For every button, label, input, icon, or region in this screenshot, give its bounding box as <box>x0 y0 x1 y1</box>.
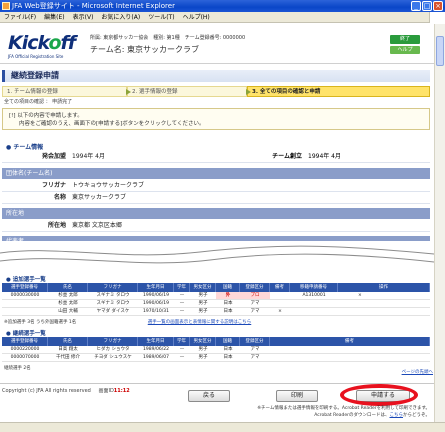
founded-label: 発会加盟 <box>41 153 66 160</box>
kana-label: フリガナ <box>41 182 66 189</box>
step-indicator: 1. チーム情報の登録 2. 選手情報の登録 3. 全ての項目の確認と申請 <box>2 86 430 97</box>
address-label: 所在地 <box>47 222 66 229</box>
ie-icon <box>2 2 10 10</box>
site-header: Kickoff JFA Official Registration Site 所… <box>0 24 434 64</box>
added-players-table-header: 選手登録番号 氏名 フリガナ 生年月日 学年 男女区分 国籍 登録区分 備考 移… <box>2 283 430 292</box>
step-note: 全ての項目の確認 ： 申請完了 <box>4 99 73 105</box>
menu-favorites[interactable]: お気に入り(A) <box>97 12 144 22</box>
address-value: 東京都 文京区本郷 <box>72 222 122 229</box>
menu-file[interactable]: ファイル(F) <box>0 12 40 22</box>
added-players-heading: ● 追加選手一覧 <box>6 277 46 283</box>
explanation-link[interactable]: 選手一覧の画面表示と表情報に関する説明はこちら <box>148 320 252 325</box>
page-content: Kickoff JFA Official Registration Site 所… <box>0 24 434 422</box>
vertical-scrollbar[interactable] <box>434 24 445 422</box>
establish-value: 1994年 4月 <box>308 153 341 160</box>
acrobat-download-link[interactable]: こちら <box>390 413 404 418</box>
menu-tools[interactable]: ツール(T) <box>144 12 178 22</box>
close-icon[interactable]: × <box>433 1 443 11</box>
name-label: 名称 <box>53 194 66 201</box>
step-1: 1. チーム情報の登録 <box>2 86 131 97</box>
back-button[interactable]: 戻る <box>188 390 230 402</box>
name-value: 東京サッカークラブ <box>72 194 127 201</box>
kana-row: フリガナ トウキョウサッカークラブ <box>2 180 430 192</box>
step-arrow-icon <box>126 89 131 95</box>
scrollbar-thumb[interactable] <box>436 36 444 66</box>
menu-help[interactable]: ヘルプ(H) <box>179 12 214 22</box>
table-row: 杉並 太郎 スギナミ タロウ 1990/06/19 — 男子 日本 アマ <box>2 300 430 308</box>
logo-subtitle: JFA Official Registration Site <box>8 54 64 59</box>
page-title: 継続登録申請 <box>2 70 430 82</box>
print-button[interactable]: 印刷 <box>276 390 318 402</box>
table-row: 0000070000 千代田 修介 チヨダ シュウスケ 1989/06/07 —… <box>2 354 430 362</box>
logout-button[interactable]: 終了 <box>390 35 420 44</box>
delete-icon[interactable]: × <box>338 292 430 299</box>
kana-value: トウキョウサッカークラブ <box>72 182 145 189</box>
screen-id-value: 11:12 <box>113 388 130 394</box>
print-note-2: Acrobat Readerのダウンロードは、こちらからどうぞ。 <box>314 413 430 418</box>
name-row: 名称 東京サッカークラブ <box>2 192 430 204</box>
team-info-heading: ● チーム情報 <box>6 144 44 151</box>
windows-flag-icon <box>429 12 445 23</box>
browser-window: JFA Web登録サイト - Microsoft Internet Explor… <box>0 0 445 432</box>
menu-edit[interactable]: 編集(E) <box>40 12 68 22</box>
kickoff-logo: Kickoff <box>8 32 76 54</box>
print-note-1: ※チーム情報または選手情報を印刷する。Acrobat Readerを利用して印刷… <box>257 406 430 411</box>
instruction-line-2: 内容をご確認のうえ、画面下の[申請する]ボタンをクリックしてください。 <box>19 121 205 127</box>
window-title: JFA Web登録サイト - Microsoft Internet Explor… <box>12 2 175 10</box>
menu-view[interactable]: 表示(V) <box>69 12 98 22</box>
establish-label: チーム創立 <box>272 153 302 160</box>
address-bar: 所在地 <box>2 208 430 219</box>
header-team-name: チーム名: 東京サッカークラブ <box>90 45 199 54</box>
existing-players-heading: ● 継続選手一覧 <box>6 331 46 337</box>
founded-row: 発会加盟 1994年 4月 チーム創立 1994年 4月 <box>2 151 430 163</box>
added-players-legend: ※追加選手 3名 うち外国籍選手 1名 選手一覧の画面表示と表情報に関する説明は… <box>4 320 252 325</box>
maximize-icon[interactable]: □ <box>422 1 432 11</box>
status-bar <box>0 422 445 432</box>
table-row: 0000220000 日高 翔太 ヒダカ ショウタ 1989/06/22 — 男… <box>2 346 430 354</box>
instruction-line-1: [!] 以下の内容で申請します。 <box>9 113 83 119</box>
team-name-bar: 団体名(チーム名) <box>2 168 430 179</box>
minimize-icon[interactable]: _ <box>411 1 421 11</box>
step-2: 2. 選手情報の登録 <box>127 86 251 97</box>
help-button[interactable]: ヘルプ <box>390 46 420 54</box>
menu-bar: ファイル(F) 編集(E) 表示(V) お気に入り(A) ツール(T) ヘルプ(… <box>0 12 445 23</box>
copyright-text: Copyright (c) JFA All rights reserved <box>2 388 91 394</box>
step-arrow-icon <box>246 89 251 95</box>
page-top-link[interactable]: ページの先頭へ <box>402 369 433 375</box>
header-info: 所属: 東京都サッカー協会 種別: 第1種 チーム登録番号: 0000000 <box>90 35 246 41</box>
existing-players-legend: 継続選手 2名 <box>4 366 31 371</box>
founded-value: 1994年 4月 <box>72 153 105 160</box>
instruction-box: [!] 以下の内容で申請します。 内容をご確認のうえ、画面下の[申請する]ボタン… <box>2 108 430 130</box>
table-row: 0000030000 杉並 太郎 スギナミ タロウ 1990/06/19 — 男… <box>2 292 430 300</box>
remove-icon[interactable]: × <box>270 308 290 315</box>
page-tear-divider <box>0 241 434 275</box>
window-titlebar: JFA Web登録サイト - Microsoft Internet Explor… <box>0 0 445 12</box>
screen-id-label: 画面ID <box>98 388 114 394</box>
existing-players-table-header: 選手登録番号 氏名 フリガナ 生年月日 学年 男女区分 国籍 登録区分 備考 <box>2 337 430 346</box>
step-3-current: 3. 全ての項目の確認と申請 <box>247 86 430 97</box>
highlight-circle <box>340 384 418 406</box>
table-row: 山田 大輔 ヤマダ ダイスケ 1970/10/31 — 男子 日本 アマ × <box>2 308 430 316</box>
address-row: 所在地 東京都 文京区本郷 <box>2 220 430 232</box>
